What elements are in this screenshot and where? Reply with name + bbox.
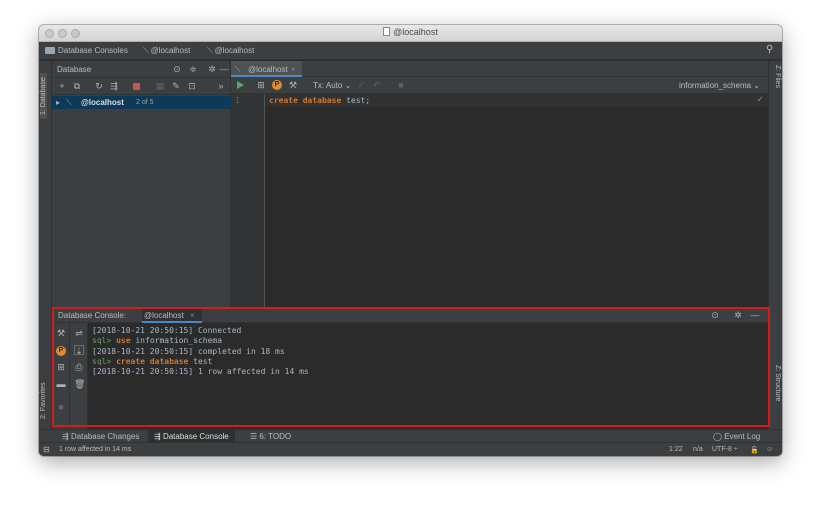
datasource-icon: ⟍ (207, 46, 213, 55)
inspector-icon[interactable]: ☺ (766, 446, 773, 453)
datasource-icon: ⟍ (66, 98, 72, 107)
more-icon[interactable]: » (216, 81, 226, 91)
gear-icon[interactable]: ✲ (207, 64, 217, 74)
line-number: 1 (235, 96, 240, 105)
log-line: [2018-10-21 20:50:15] Connected (92, 326, 242, 335)
add-icon[interactable]: + (57, 81, 67, 91)
console-icon[interactable]: ⊡ (187, 81, 197, 91)
edit-icon[interactable]: ✎ (171, 81, 181, 91)
copy-icon[interactable]: ⧉ (72, 81, 82, 91)
console-title: Database Console: (58, 311, 127, 320)
scroll-to-end-icon[interactable]: ⇣ (74, 345, 84, 356)
lock-icon[interactable]: 🔓 (750, 446, 759, 454)
tab-favorites-tool[interactable]: 2: Favorites (40, 378, 47, 423)
ide-window: @localhost Database Consoles ⟍ @localhost… (39, 25, 782, 456)
stop-icon[interactable]: ■ (56, 402, 66, 412)
execute-icon[interactable] (237, 81, 244, 89)
table-view-icon[interactable]: ▦ (155, 81, 165, 91)
console-output[interactable]: [2018-10-21 20:50:15] Connected sql> use… (92, 326, 309, 377)
tree-item-name: @localhost (81, 98, 124, 107)
tab-files-tool[interactable]: Z: Files (774, 65, 781, 88)
search-icon[interactable]: ⚲ (766, 44, 773, 55)
console-output-toolbar: ⇌ ⇣ ⎙ 🗑 (70, 323, 88, 429)
database-toolbar: + ⧉ ↻ ⇶ ▦ ✎ ⊡ » (52, 78, 231, 95)
status-message: 1 row affected in 14 ms (59, 446, 132, 453)
breadcrumb-localhost-datasource[interactable]: ⟍ @localhost (143, 46, 190, 56)
line-separator[interactable]: n/a (693, 446, 703, 453)
database-panel: Database ⊙ ≑ ✲ — + ⧉ ↻ ⇶ ▦ ✎ ⊡ » ▸ ⟍ @lo… (52, 61, 231, 307)
datasource-icon: ⟍ (235, 65, 241, 74)
tab-console-localhost[interactable]: @localhost × (142, 307, 202, 323)
datasource-icon: ⟍ (143, 46, 149, 55)
trash-icon[interactable]: 🗑 (74, 379, 85, 389)
parameters-icon[interactable]: P (56, 346, 66, 356)
schema-dropdown[interactable]: information_schema ⌄ (679, 81, 760, 90)
console-icon: ⇶ (154, 432, 161, 441)
collapse-icon[interactable]: ≑ (188, 64, 198, 74)
tab-structure-tool[interactable]: Z: Structure (774, 365, 781, 402)
database-console-panel: Database Console: @localhost × ⊙ ✲ — ⚒ P… (52, 307, 768, 429)
editor-gutter: 1 (231, 94, 265, 307)
folder-icon (45, 47, 55, 54)
console-left-toolbar: ⚒ P ⊞ ▬ ■ (52, 323, 70, 429)
changes-icon: ⇶ (62, 432, 69, 441)
target-icon[interactable]: ⊙ (710, 310, 720, 320)
explain-plan-icon[interactable]: ⊞ (56, 362, 66, 372)
database-panel-title: Database (57, 65, 92, 74)
tab-localhost-console[interactable]: ⟍ @localhost × (231, 61, 302, 77)
window-title: @localhost (39, 27, 782, 37)
layout-icon[interactable]: ▬ (56, 379, 66, 389)
tx-mode-dropdown[interactable]: Tx: Auto ⌄ (313, 81, 351, 90)
rollback-icon[interactable]: ↶ (372, 80, 382, 90)
wrench-icon[interactable]: ⚒ (56, 328, 66, 338)
document-icon (383, 27, 391, 36)
title-bar: @localhost (39, 25, 782, 42)
cancel-query-icon[interactable]: ■ (396, 80, 406, 90)
gear-icon[interactable]: ✲ (733, 310, 743, 320)
log-line: [2018-10-21 20:50:15] completed in 18 ms (92, 346, 285, 356)
hide-panel-icon[interactable]: — (750, 310, 760, 320)
target-icon[interactable]: ⊙ (172, 64, 182, 74)
print-icon[interactable]: ⎙ (74, 362, 84, 372)
sql-editor[interactable]: 1 create database test; ✓ (231, 94, 768, 307)
database-panel-header: Database ⊙ ≑ ✲ — (52, 61, 231, 78)
wrench-icon[interactable]: ⚒ (288, 80, 298, 90)
event-log-icon: ◯ (713, 432, 722, 441)
schema-sync-icon[interactable]: ⇶ (109, 81, 119, 91)
toggle-tool-windows-icon[interactable]: ⊟ (43, 445, 50, 454)
tab-database-tool[interactable]: 1: Database (40, 73, 47, 119)
console-header: Database Console: @localhost × ⊙ ✲ — (52, 307, 768, 323)
hide-panel-icon[interactable]: — (219, 64, 229, 74)
soft-wrap-icon[interactable]: ⇌ (74, 328, 84, 338)
status-bar: ⊟ 1 row affected in 14 ms 1:22 n/a UTF-8… (39, 442, 782, 456)
expand-arrow-icon[interactable]: ▸ (56, 98, 60, 107)
bottom-tool-tabs: ⇶ Database Changes ⇶ Database Console ☰ … (39, 429, 782, 443)
close-tab-icon[interactable]: × (190, 311, 195, 320)
right-tool-strip: Z: Files Z: Structure (768, 61, 782, 429)
editor-tab-bar: ⟍ @localhost × (231, 61, 768, 77)
tree-item-count: 2 of 5 (136, 99, 154, 106)
breadcrumb-database-consoles[interactable]: Database Consoles (45, 46, 128, 55)
explain-plan-icon[interactable]: ⊞ (256, 80, 266, 90)
caret-position[interactable]: 1:22 (669, 446, 683, 453)
left-tool-strip: 1: Database 2: Favorites (39, 61, 52, 429)
commit-icon[interactable]: ✓ (356, 80, 366, 90)
editor-toolbar: ⊞ P ⚒ Tx: Auto ⌄ ✓ ↶ ■ information_schem… (231, 77, 768, 94)
navigation-bar: Database Consoles ⟍ @localhost ⟍ @localhos… (39, 42, 782, 60)
breadcrumb-localhost-console[interactable]: ⟍ @localhost (207, 46, 254, 56)
log-line: sql> use information_schema (92, 336, 223, 346)
tree-item-localhost[interactable]: ▸ ⟍ @localhost 2 of 5 (52, 96, 231, 109)
list-icon: ☰ (250, 432, 258, 441)
log-line: sql> create database test (92, 356, 213, 366)
code-line[interactable]: create database test; (269, 96, 370, 105)
parameters-icon[interactable]: P (272, 80, 282, 90)
inspection-ok-icon: ✓ (756, 94, 764, 104)
stop-icon[interactable] (133, 83, 140, 90)
file-encoding[interactable]: UTF-8 ÷ (712, 446, 738, 453)
refresh-icon[interactable]: ↻ (94, 81, 104, 91)
log-line: [2018-10-21 20:50:15] 1 row affected in … (92, 367, 309, 377)
close-tab-icon[interactable]: × (291, 65, 296, 74)
